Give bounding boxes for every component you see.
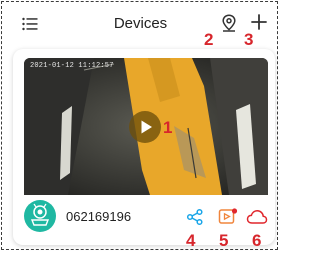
play-button[interactable] <box>129 111 161 143</box>
callout-4: 4 <box>186 231 196 250</box>
page-title: Devices <box>113 15 168 32</box>
share-icon[interactable] <box>186 208 204 226</box>
callout-2: 2 <box>204 30 214 49</box>
location-pin-icon[interactable] <box>221 14 237 32</box>
cloud-icon[interactable] <box>246 209 268 225</box>
play-icon <box>141 120 152 134</box>
header: Devices <box>0 0 281 48</box>
callout-6: 6 <box>252 231 262 250</box>
device-id: 062169196 <box>66 209 132 224</box>
callout-1: 1 <box>163 118 173 137</box>
camera-device-icon <box>30 203 50 226</box>
callout-3: 3 <box>244 30 254 49</box>
video-timestamp: 2021-01-12 11:12:57 <box>30 62 114 70</box>
device-avatar <box>24 200 56 232</box>
callout-5: 5 <box>219 231 229 250</box>
plus-icon[interactable] <box>251 14 267 30</box>
playback-icon[interactable] <box>218 207 238 227</box>
notification-dot <box>231 208 238 214</box>
